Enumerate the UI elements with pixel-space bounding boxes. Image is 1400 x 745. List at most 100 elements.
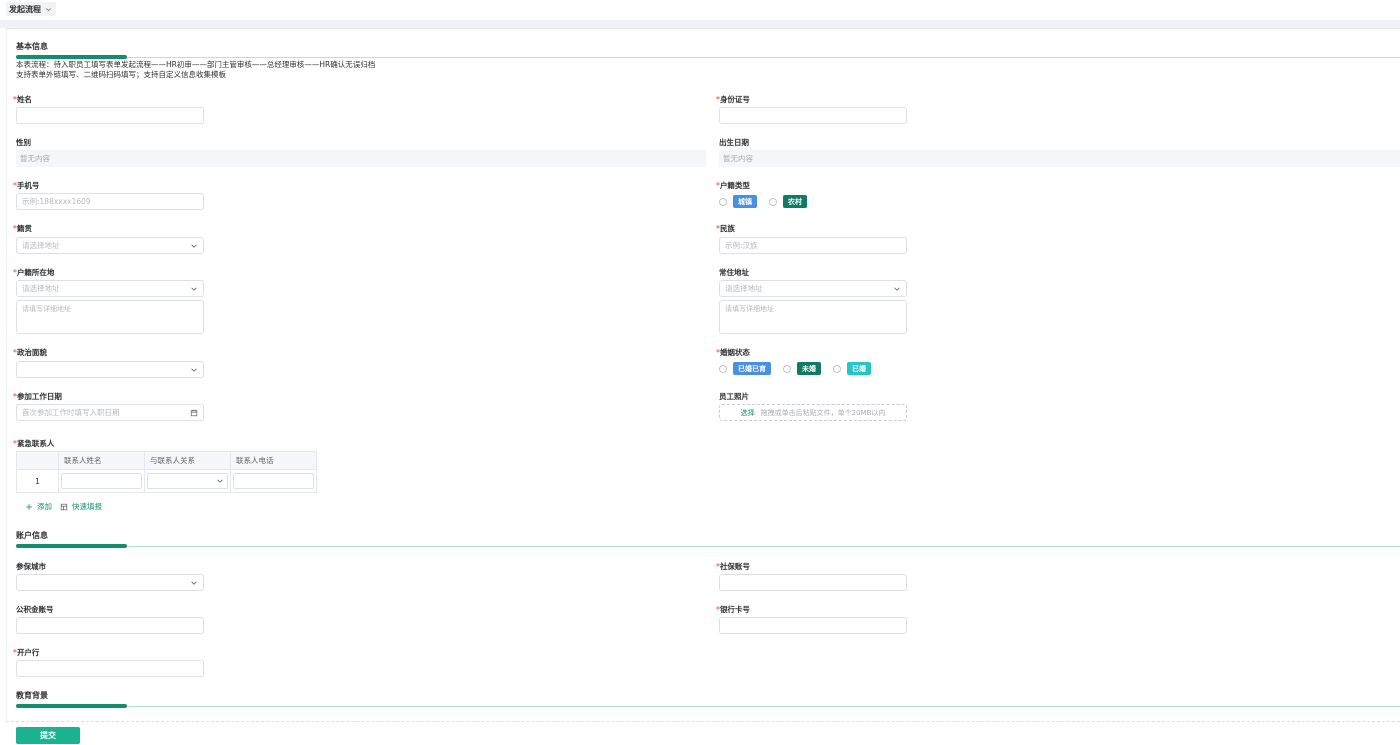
table-icon — [60, 503, 68, 510]
select-placeholder: 请选择地址 — [725, 284, 763, 293]
divider-bar — [0, 20, 1400, 28]
ethnicity-label: *民族 — [716, 224, 735, 233]
radio-married[interactable]: 已婚 — [833, 362, 871, 375]
upload-select-link[interactable]: 选择 — [741, 408, 755, 418]
section-indicator — [16, 704, 127, 708]
work-start-date-label: *参加工作日期 — [13, 392, 62, 401]
contact-phone-input[interactable] — [233, 473, 314, 489]
ethnicity-input[interactable]: 示例:汉族 — [719, 237, 907, 254]
option-tag: 已婚已育 — [733, 362, 771, 375]
residence-label: 常住地址 — [719, 268, 749, 277]
contact-name-cell — [59, 470, 145, 492]
housing-fund-input[interactable] — [16, 617, 204, 634]
marital-status-radios: 已婚已育 未婚 已婚 — [719, 362, 877, 375]
radio-unmarried[interactable]: 未婚 — [783, 362, 821, 375]
radio-circle[interactable] — [719, 364, 727, 373]
contact-relation-select[interactable] — [147, 473, 228, 489]
native-place-select[interactable]: 请选择地址 — [16, 237, 204, 254]
start-flow-menu[interactable]: 发起流程 — [6, 2, 56, 16]
bank-card-label: *银行卡号 — [716, 605, 750, 614]
household-location-select[interactable]: 请选择地址 — [16, 280, 204, 297]
phone-input[interactable]: 示例:188xxxx1609 — [16, 193, 204, 210]
radio-rural[interactable]: 农村 — [769, 195, 807, 208]
column-header-phone: 联系人电话 — [236, 456, 274, 465]
birth-date-label: 出生日期 — [719, 138, 749, 147]
row-index: 1 — [17, 470, 59, 492]
radio-urban[interactable]: 城镇 — [719, 195, 757, 208]
upload-hint: 拖拽或单击后粘贴文件，单个20MB以内 — [760, 408, 886, 417]
radio-married-with-children[interactable]: 已婚已育 — [719, 362, 771, 375]
radio-circle[interactable] — [719, 197, 727, 206]
select-placeholder: 请选择地址 — [22, 241, 60, 250]
select-placeholder: 请选择地址 — [22, 284, 60, 293]
household-location-label: *户籍所在地 — [13, 268, 55, 277]
section-title-education: 教育背景 — [16, 691, 48, 700]
household-type-radios: 城镇 农村 — [719, 195, 813, 208]
name-label: *姓名 — [13, 95, 32, 104]
radio-circle[interactable] — [783, 364, 791, 373]
section-divider — [16, 57, 1400, 58]
political-status-select[interactable] — [16, 361, 204, 378]
calendar-icon — [190, 409, 198, 416]
photo-upload-area[interactable]: 选择 拖拽或单击后粘贴文件，单个20MB以内 — [719, 404, 907, 421]
submit-button[interactable]: 提交 — [16, 727, 80, 744]
housing-fund-label: 公积金账号 — [16, 605, 54, 614]
chevron-down-icon — [191, 244, 197, 248]
contact-relation-cell — [145, 470, 231, 492]
form-card — [6, 28, 1400, 721]
date-placeholder: 首次参加工作时填写入职日期 — [22, 408, 120, 417]
add-contact-button[interactable]: 添加 — [25, 501, 52, 512]
option-tag: 城镇 — [733, 195, 757, 208]
emergency-contact-label: *紧急联系人 — [13, 439, 55, 448]
radio-circle[interactable] — [769, 197, 777, 206]
name-input[interactable] — [16, 107, 204, 124]
top-bar: 发起流程 — [0, 0, 1400, 18]
section-title-account: 账户信息 — [16, 531, 48, 540]
column-header-relation: 与联系人关系 — [145, 452, 231, 469]
column-header-name: 联系人姓名 — [59, 452, 145, 469]
gender-label: 性别 — [16, 138, 31, 147]
quick-fill-button[interactable]: 快速填报 — [60, 501, 102, 512]
chevron-down-icon — [894, 287, 900, 291]
chevron-down-icon — [191, 368, 197, 372]
contact-phone-cell — [231, 470, 316, 492]
political-status-label: *政治面貌 — [13, 348, 47, 357]
id-number-label: *身份证号 — [716, 95, 750, 104]
insurance-city-label: 参保城市 — [16, 562, 46, 571]
insurance-city-select[interactable] — [16, 574, 204, 591]
id-number-input[interactable] — [719, 107, 907, 124]
section-title-basic: 基本信息 — [16, 42, 48, 51]
emergency-contact-table: 联系人姓名 与联系人关系 联系人电话 1 — [16, 451, 317, 493]
birth-date-value: 暂无内容 — [719, 150, 1400, 167]
section-indicator — [16, 544, 127, 548]
contact-name-input[interactable] — [61, 473, 142, 489]
native-place-label: *籍贯 — [13, 224, 32, 233]
residence-select[interactable]: 请选择地址 — [719, 280, 907, 297]
chevron-down-icon — [46, 7, 51, 11]
plus-icon — [26, 503, 32, 510]
start-flow-label: 发起流程 — [9, 4, 41, 14]
bank-card-input[interactable] — [719, 617, 907, 634]
table-header: 联系人姓名 与联系人关系 联系人电话 — [17, 452, 316, 470]
marital-status-label: *婚姻状态 — [716, 348, 750, 357]
chevron-down-icon — [191, 581, 197, 585]
household-detail-textarea[interactable]: 请填写详细地址 — [16, 300, 204, 334]
column-header-index — [17, 452, 59, 469]
option-tag: 农村 — [783, 195, 807, 208]
quick-fill-label: 快速填报 — [72, 502, 102, 511]
bank-branch-label: *开户行 — [13, 648, 40, 657]
social-security-input[interactable] — [719, 574, 907, 591]
work-start-date-picker[interactable]: 首次参加工作时填写入职日期 — [16, 404, 204, 421]
option-tag: 未婚 — [797, 362, 821, 375]
bank-branch-input[interactable] — [16, 660, 204, 677]
section-divider — [16, 706, 1400, 707]
section-divider — [16, 546, 1400, 547]
social-security-label: *社保账号 — [716, 562, 750, 571]
chevron-down-icon — [191, 287, 197, 291]
chevron-down-icon — [217, 479, 223, 483]
add-label: 添加 — [37, 502, 52, 511]
section-indicator — [16, 55, 127, 59]
radio-circle[interactable] — [833, 364, 841, 373]
residence-detail-textarea[interactable]: 请填写详细地址 — [719, 300, 907, 334]
phone-label: *手机号 — [13, 181, 40, 190]
